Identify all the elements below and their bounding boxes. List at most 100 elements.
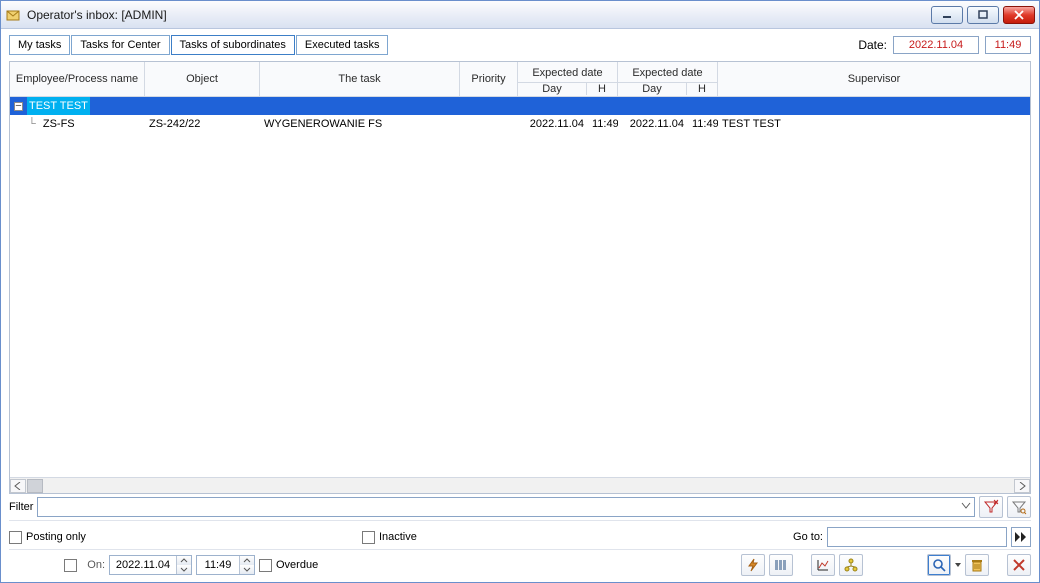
time-field[interactable]: 11:49 [985,36,1031,54]
row-exp1-h: 11:49 [588,115,618,133]
col-object[interactable]: Object [145,62,260,96]
date-spin-down[interactable] [177,565,191,574]
row-exp1-day: 2022.11.04 [518,115,588,133]
checkbox-icon [362,531,375,544]
close-panel-button[interactable] [1007,554,1031,576]
on-enable-checkbox[interactable] [64,559,77,572]
checkbox-icon [259,559,272,572]
date-field[interactable]: 2022.11.04 [893,36,979,54]
scroll-left-button[interactable] [10,479,26,493]
row-priority [460,115,518,133]
chevron-up-icon [180,558,188,563]
title-bar: Operator's inbox: [ADMIN] [1,1,1039,29]
col-priority[interactable]: Priority [460,62,518,96]
minimize-button[interactable] [931,6,963,24]
time-spin-up[interactable] [240,556,254,565]
columns-button[interactable] [769,554,793,576]
delete-button[interactable] [965,554,989,576]
filter-label: Filter [9,501,33,513]
on-time-input[interactable] [196,555,255,575]
action-toolbar [741,554,863,576]
col-expected-2[interactable]: Expected date Day H [618,62,718,96]
collapse-toggle[interactable]: − [14,102,23,111]
maximize-icon [977,10,989,20]
magnifier-icon [932,558,946,572]
chevron-left-icon [14,482,22,490]
inactive-checkbox[interactable]: Inactive [362,531,417,544]
goto-button[interactable] [1011,527,1031,547]
goto-label: Go to: [793,531,823,543]
col-supervisor[interactable]: Supervisor [718,62,1030,96]
filter-bar: Filter [1,494,1039,520]
window-buttons [931,6,1035,24]
bolt-button[interactable] [741,554,765,576]
funnel-clear-icon [983,499,999,515]
maximize-button[interactable] [967,6,999,24]
date-spin-up[interactable] [177,556,191,565]
chevron-right-icon [1018,482,1026,490]
tab-tasks-for-center[interactable]: Tasks for Center [71,35,169,55]
tab-my-tasks[interactable]: My tasks [9,35,70,55]
row-exp2-day: 2022.11.04 [618,115,688,133]
filter-builder-button[interactable] [1007,496,1031,518]
task-row[interactable]: └ ZS-FS ZS-242/22 WYGENEROWANIE FS 2022.… [10,115,1030,133]
zoom-button[interactable] [927,554,951,576]
dropdown-arrow-icon[interactable] [955,554,961,576]
close-icon [1013,10,1025,20]
col-task[interactable]: The task [260,62,460,96]
scroll-right-button[interactable] [1014,479,1030,493]
window-title: Operator's inbox: [ADMIN] [27,8,931,22]
options-bar: Posting only Inactive Go to: [1,521,1039,549]
minimize-icon [941,10,953,20]
row-task: WYGENEROWANIE FS [260,115,460,133]
col-expected-1[interactable]: Expected date Day H [518,62,618,96]
hierarchy-button[interactable] [839,554,863,576]
posting-only-checkbox[interactable]: Posting only [9,531,86,544]
chart-button[interactable] [811,554,835,576]
funnel-wrench-icon [1011,499,1027,515]
goto-area: Go to: [793,527,1031,547]
row-object: ZS-242/22 [145,115,260,133]
row-employee: ZS-FS [43,118,75,130]
close-x-icon [1012,558,1026,572]
date-label: Date: [858,38,887,52]
row-exp2-h: 11:49 [688,115,718,133]
grid-header: Employee/Process name Object The task Pr… [10,62,1030,97]
tab-tasks-of-subordinates[interactable]: Tasks of subordinates [171,35,295,55]
app-icon [5,7,21,23]
trash-icon [970,558,984,572]
hierarchy-icon [844,558,858,572]
overdue-checkbox[interactable]: Overdue [259,559,318,572]
on-date-input[interactable] [109,555,192,575]
horizontal-scrollbar[interactable] [10,477,1030,493]
col-employee[interactable]: Employee/Process name [10,62,145,96]
checkbox-icon [9,531,22,544]
close-button[interactable] [1003,6,1035,24]
grid-body[interactable]: − TEST TEST └ ZS-FS ZS-242/22 WYGE [10,97,1030,477]
time-spin-down[interactable] [240,565,254,574]
chevron-down-icon[interactable] [961,501,971,514]
columns-icon [774,558,788,572]
fast-forward-icon [1014,531,1028,543]
group-employee: TEST TEST [27,97,90,115]
bolt-icon [746,558,760,572]
goto-input[interactable] [827,527,1007,547]
bottom-toolbar: On: Overdue [1,550,1039,582]
right-toolbar [927,554,1031,576]
row-supervisor: TEST TEST [718,115,1030,133]
chevron-down-icon [243,567,251,572]
app-window: Operator's inbox: [ADMIN] My tasks Tasks… [0,0,1040,583]
chevron-down-icon [180,567,188,572]
chevron-up-icon [243,558,251,563]
tab-executed-tasks[interactable]: Executed tasks [296,35,389,55]
tabs: My tasks Tasks for Center Tasks of subor… [9,35,388,55]
top-bar: My tasks Tasks for Center Tasks of subor… [1,29,1039,57]
chart-line-icon [816,558,830,572]
on-label: On: [87,559,105,571]
filter-input[interactable] [37,497,975,517]
tree-branch-icon: └ [28,115,36,133]
group-row[interactable]: − TEST TEST [10,97,1030,115]
clear-filter-button[interactable] [979,496,1003,518]
date-area: Date: 2022.11.04 11:49 [858,36,1031,54]
scroll-thumb[interactable] [27,479,43,493]
